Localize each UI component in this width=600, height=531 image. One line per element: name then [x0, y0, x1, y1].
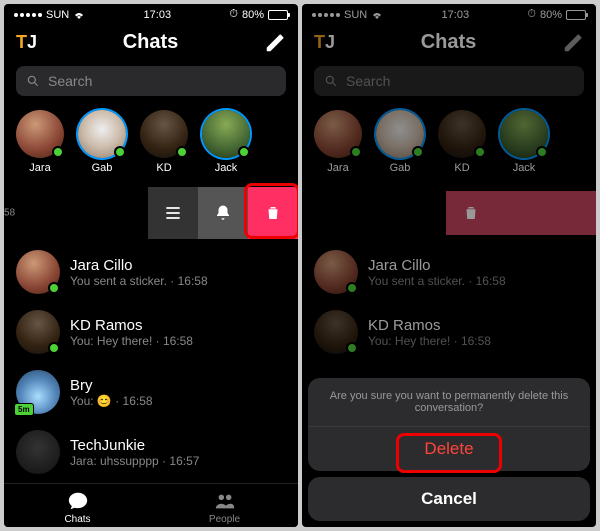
- people-icon: [214, 490, 236, 512]
- wifi-icon: [73, 10, 85, 20]
- phone-right: SUN 17:03 ⏱ 80% TJ Chats Search Jara Gab…: [302, 4, 596, 527]
- delete-button[interactable]: Delete: [308, 427, 590, 471]
- alarm-icon: ⏱: [229, 8, 238, 21]
- peek-timestamp: 58: [4, 208, 15, 219]
- compose-icon: [264, 32, 286, 54]
- stories-row: Jara Gab KD Jack: [4, 102, 298, 182]
- status-time: 17:03: [144, 9, 172, 21]
- swipe-mute-button[interactable]: [198, 187, 248, 239]
- delete-action-sheet: Are you sure you want to permanently del…: [302, 372, 596, 527]
- header: TJ Chats: [4, 25, 298, 60]
- swipe-delete-button[interactable]: [248, 187, 298, 239]
- story-jara[interactable]: Jara: [16, 110, 64, 174]
- story-gab[interactable]: Gab: [78, 110, 126, 174]
- swiped-chat-row: 58: [4, 184, 298, 242]
- swipe-menu-button[interactable]: [148, 187, 198, 239]
- search-icon: [26, 74, 40, 88]
- time-badge: 5m: [14, 403, 34, 416]
- sheet-prompt: Are you sure you want to permanently del…: [308, 378, 590, 427]
- chat-bubble-icon: [67, 490, 89, 512]
- nav-people[interactable]: People: [151, 490, 298, 525]
- trash-icon: [264, 204, 282, 222]
- chat-item[interactable]: 5m BryYou: 😊 · 16:58: [4, 362, 298, 422]
- cancel-button[interactable]: Cancel: [308, 477, 590, 521]
- chat-item[interactable]: Jara CilloYou sent a sticker. · 16:58: [4, 242, 298, 302]
- battery-icon: [268, 10, 288, 20]
- search-placeholder: Search: [48, 73, 92, 89]
- compose-button[interactable]: [264, 32, 286, 54]
- battery-pct: 80%: [242, 9, 264, 21]
- chat-item[interactable]: TechJunkieJara: uhssupppp · 16:57: [4, 422, 298, 482]
- logo: TJ: [16, 32, 37, 53]
- chat-list: Jara CilloYou sent a sticker. · 16:58 KD…: [4, 242, 298, 483]
- phone-left: SUN 17:03 ⏱ 80% TJ Chats Search Jara Gab…: [4, 4, 298, 527]
- chat-item[interactable]: KD RamosYou: Hey there! · 16:58: [4, 302, 298, 362]
- status-bar: SUN 17:03 ⏱ 80%: [4, 4, 298, 25]
- carrier: SUN: [46, 9, 69, 21]
- bottom-nav: Chats People: [4, 483, 298, 527]
- search-input[interactable]: Search: [16, 66, 286, 96]
- page-title: Chats: [123, 31, 179, 54]
- story-jack[interactable]: Jack: [202, 110, 250, 174]
- online-dot: [52, 146, 64, 158]
- story-kd[interactable]: KD: [140, 110, 188, 174]
- nav-chats[interactable]: Chats: [4, 490, 151, 525]
- bell-icon: [214, 204, 232, 222]
- menu-icon: [163, 203, 183, 223]
